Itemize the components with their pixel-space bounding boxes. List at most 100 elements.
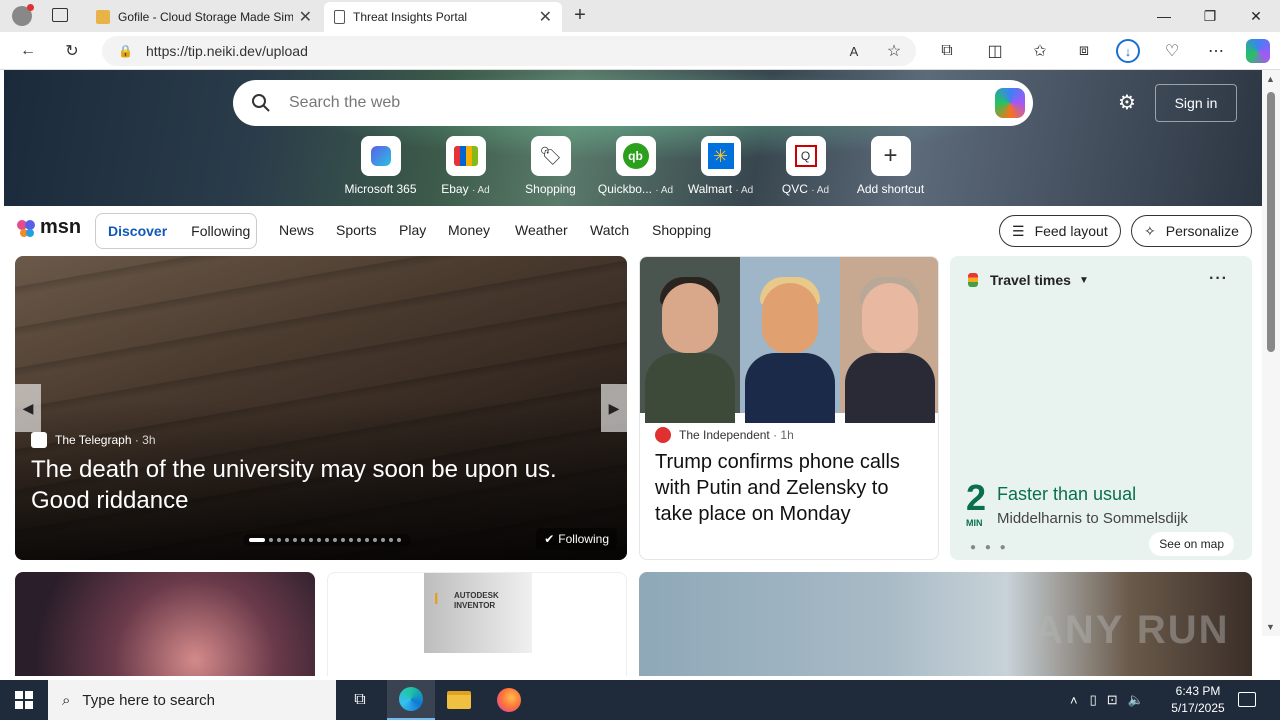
address-toolbar: ← ↻ 🔒 https://tip.neiki.dev/upload A ☆ ⧉… — [0, 32, 1280, 70]
maximize-button[interactable]: ❐ — [1187, 4, 1233, 28]
carousel-dot[interactable] — [333, 538, 337, 542]
carousel-dot[interactable] — [293, 538, 297, 542]
more-menu-icon[interactable]: ⋯ — [1204, 39, 1228, 63]
travel-times-header[interactable]: Travel times ▼ — [968, 272, 1089, 288]
page-icon — [334, 10, 345, 24]
carousel-dot[interactable] — [357, 538, 361, 542]
scroll-thumb[interactable] — [1267, 92, 1275, 352]
browser-essentials-icon[interactable]: ♡ — [1160, 39, 1184, 63]
carousel-dot[interactable] — [341, 538, 345, 542]
shortcut-shopping[interactable]: 🏷 Shopping — [508, 136, 593, 196]
address-bar[interactable]: 🔒 https://tip.neiki.dev/upload — [102, 36, 916, 66]
shortcut-walmart[interactable]: ✳ Walmart · Ad — [678, 136, 763, 196]
copilot-icon[interactable] — [1246, 39, 1270, 63]
favorites-icon[interactable]: ✩ — [1028, 39, 1052, 63]
edge-taskbar-icon[interactable] — [387, 680, 435, 720]
close-window-button[interactable]: ✕ — [1233, 4, 1279, 28]
carousel-dot[interactable] — [373, 538, 377, 542]
read-aloud-icon[interactable]: A — [842, 39, 866, 63]
battery-icon[interactable]: ▯ — [1090, 692, 1097, 708]
settings-gear-icon[interactable]: ⚙ — [1116, 92, 1138, 114]
web-search-box[interactable]: Search the web — [233, 80, 1033, 126]
nav-play[interactable]: Play — [399, 222, 426, 238]
profile-icon[interactable] — [12, 4, 34, 26]
shortcut-qvc[interactable]: Q QVC · Ad — [763, 136, 848, 196]
tab-actions-icon[interactable] — [52, 8, 68, 22]
notifications-icon[interactable] — [1238, 692, 1256, 707]
news-source: The Independent · 1h — [655, 427, 794, 443]
start-button[interactable] — [0, 680, 48, 720]
carousel-dot[interactable] — [349, 538, 353, 542]
minimize-button[interactable]: — — [1141, 4, 1187, 28]
following-chip[interactable]: ✔ Following — [536, 528, 617, 550]
nav-weather[interactable]: Weather — [515, 222, 568, 238]
galaxy-card[interactable] — [15, 572, 315, 676]
travel-pager-dots[interactable]: ● ● ● — [970, 542, 1009, 553]
taskbar-clock[interactable]: 6:43 PM 5/17/2025 — [1162, 683, 1234, 717]
news-card[interactable]: The Independent · 1h Trump confirms phon… — [639, 256, 939, 560]
volume-icon[interactable]: 🔈 — [1128, 692, 1144, 708]
carousel-dot[interactable] — [309, 538, 313, 542]
windows-taskbar: ⌕ Type here to search ⧉ ˄ ▯ ⊡ 🔈 6:43 PM … — [0, 680, 1280, 720]
carousel-dot[interactable] — [397, 538, 401, 542]
refresh-button[interactable]: ↻ — [60, 39, 84, 63]
split-screen-icon[interactable]: ◫ — [983, 39, 1007, 63]
nav-money[interactable]: Money — [448, 222, 490, 238]
copilot-search-icon[interactable] — [995, 88, 1025, 118]
carousel-dot[interactable] — [317, 538, 321, 542]
firefox-icon[interactable] — [485, 680, 533, 720]
favorite-star-icon[interactable]: ☆ — [882, 39, 906, 63]
tab-gofile[interactable]: Gofile - Cloud Storage Made Sim ✕ — [86, 2, 322, 32]
carousel-dot[interactable] — [269, 538, 273, 542]
nav-news[interactable]: News — [279, 222, 314, 238]
nav-shopping[interactable]: Shopping — [652, 222, 711, 238]
carousel-dot[interactable] — [301, 538, 305, 542]
personalize-button[interactable]: ✧ Personalize — [1131, 215, 1252, 247]
news-headline[interactable]: Trump confirms phone calls with Putin an… — [655, 449, 925, 527]
scroll-up-arrow[interactable]: ▲ — [1266, 74, 1275, 84]
carousel-dot[interactable] — [285, 538, 289, 542]
carousel-dot[interactable] — [325, 538, 329, 542]
page-scrollbar[interactable]: ▲ ▼ — [1262, 70, 1280, 636]
task-view-icon[interactable]: ⧉ — [336, 680, 384, 720]
see-on-map-button[interactable]: See on map — [1149, 532, 1234, 556]
carousel-dot[interactable] — [277, 538, 281, 542]
feed-layout-button[interactable]: ☰ Feed layout — [999, 215, 1121, 247]
more-options-icon[interactable]: ··· — [1209, 270, 1228, 288]
tab-following[interactable]: Following — [179, 223, 262, 239]
carousel-next-button[interactable]: ▶ — [601, 384, 627, 432]
shortcut-add[interactable]: + Add shortcut — [848, 136, 933, 196]
downloads-icon[interactable]: ↓ — [1116, 39, 1140, 63]
file-explorer-icon[interactable] — [435, 680, 483, 720]
nav-sports[interactable]: Sports — [336, 222, 376, 238]
carousel-dot[interactable] — [365, 538, 369, 542]
collections-icon[interactable]: ⧈ — [1072, 39, 1096, 63]
network-icon[interactable]: ⊡ — [1107, 692, 1118, 708]
back-button[interactable]: ← — [16, 39, 40, 63]
carousel-dot[interactable] — [381, 538, 385, 542]
tab-discover[interactable]: Discover — [96, 223, 179, 239]
main-story-card[interactable]: ◀ ▶ The Telegraph · 3h The death of the … — [15, 256, 627, 560]
system-tray: ˄ ▯ ⊡ 🔈 — [1070, 680, 1144, 720]
chevron-up-icon[interactable]: ˄ — [1070, 693, 1078, 708]
new-tab-button[interactable]: + — [568, 4, 592, 28]
scroll-down-arrow[interactable]: ▼ — [1266, 622, 1275, 632]
shortcut-ebay[interactable]: Ebay · Ad — [423, 136, 508, 196]
carousel-dot[interactable] — [389, 538, 393, 542]
taskbar-search[interactable]: ⌕ Type here to search — [48, 680, 336, 720]
carousel-dot[interactable] — [249, 538, 265, 542]
close-tab-icon[interactable]: ✕ — [539, 7, 552, 27]
nav-watch[interactable]: Watch — [590, 222, 629, 238]
carousel-prev-button[interactable]: ◀ — [15, 384, 41, 432]
sign-in-button[interactable]: Sign in — [1155, 84, 1237, 122]
inventor-ad-card[interactable]: I AUTODESK INVENTOR — [327, 572, 627, 676]
extensions-icon[interactable]: ⧉ — [935, 39, 959, 63]
shortcut-quickbooks[interactable]: qb Quickbo... · Ad — [593, 136, 678, 196]
close-tab-icon[interactable]: ✕ — [299, 7, 312, 27]
chevron-down-icon: ▼ — [1078, 274, 1089, 286]
msn-logo[interactable]: msn — [16, 216, 81, 239]
tab-threat-insights[interactable]: Threat Insights Portal ✕ — [324, 2, 562, 32]
shortcut-microsoft365[interactable]: Microsoft 365 — [338, 136, 423, 196]
story-headline[interactable]: The death of the university may soon be … — [31, 454, 611, 516]
traffic-light-icon — [968, 273, 978, 287]
